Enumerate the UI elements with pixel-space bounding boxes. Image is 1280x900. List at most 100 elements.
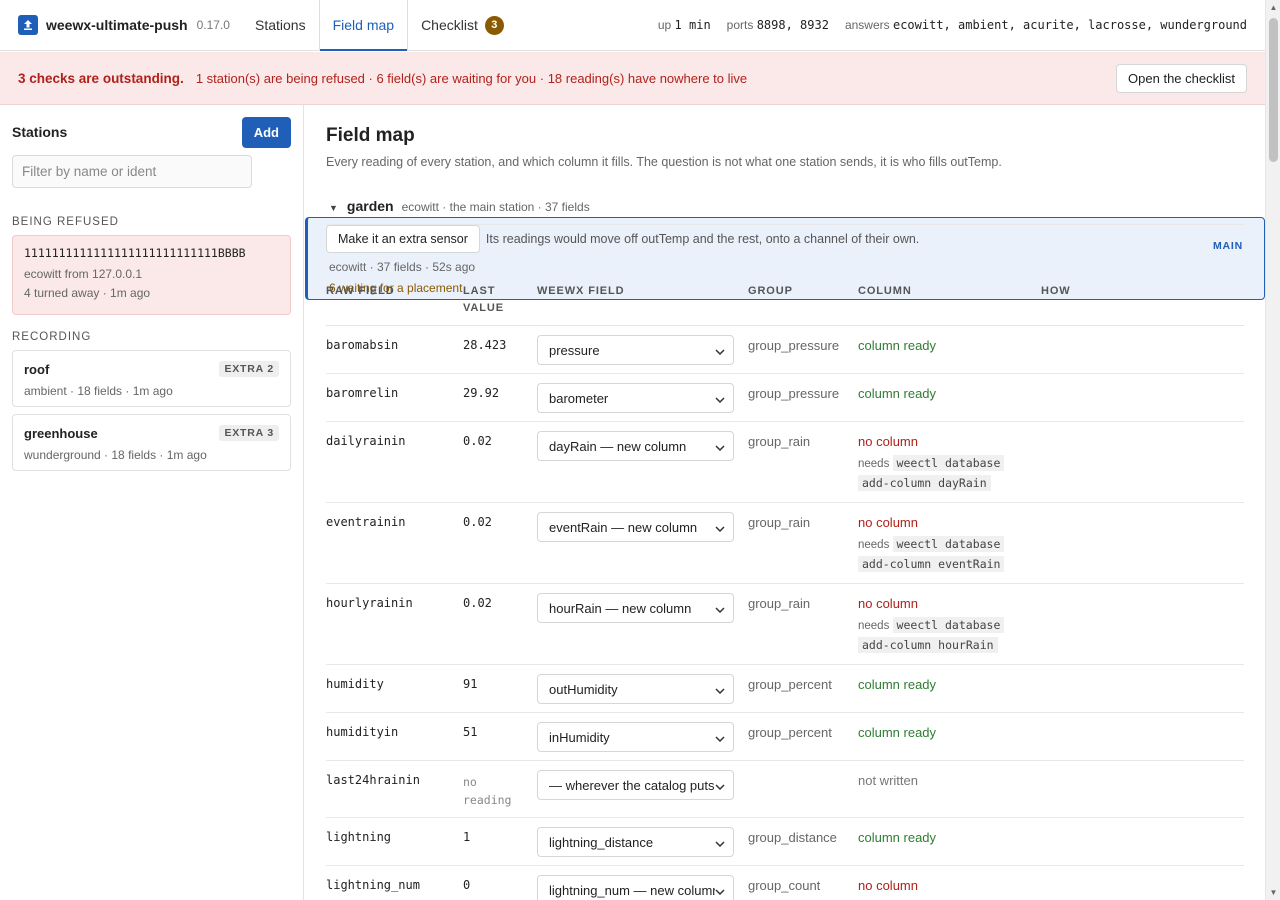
- collapse-caret-icon[interactable]: ▼: [329, 203, 338, 213]
- weewx-field-select[interactable]: — wherever the catalog puts it: [537, 770, 734, 800]
- weewx-field-select[interactable]: barometer: [537, 383, 734, 413]
- select-value: lightning_distance: [549, 834, 654, 850]
- raw-field: baromrelin: [326, 373, 463, 422]
- last-value: 28.423: [463, 325, 537, 374]
- select-value: barometer: [549, 390, 609, 406]
- add-station-button[interactable]: Add: [241, 116, 291, 148]
- recording-section-label: RECORDING: [12, 331, 92, 343]
- col-header-how: HOW: [1041, 267, 1244, 326]
- tab-checklist-label: Checklist: [421, 17, 478, 33]
- how-cell: [1041, 421, 1244, 503]
- station-card-greenhouse[interactable]: greenhouse EXTRA 3 wunderground · 18 fiel…: [12, 414, 291, 471]
- unit-group: group_rain: [748, 583, 858, 665]
- weewx-field-select[interactable]: lightning_distance: [537, 827, 734, 857]
- weewx-field-select[interactable]: outHumidity: [537, 674, 734, 704]
- chevron-down-icon: [715, 439, 725, 454]
- last-value: 0.02: [463, 583, 537, 665]
- command-line-2: add-column dayRain: [858, 475, 991, 491]
- raw-field: humidity: [326, 664, 463, 713]
- station-filter-input[interactable]: Filter by name or ident: [12, 155, 252, 188]
- refused-section-label: BEING REFUSED: [12, 216, 119, 228]
- uptime-value: 1 min: [674, 18, 711, 32]
- select-value: pressure: [549, 342, 600, 358]
- app-name: weewx-ultimate-push: [46, 17, 188, 33]
- uptime: up 1 min: [658, 18, 711, 32]
- last-value: 91: [463, 664, 537, 713]
- group-station-name: garden: [346, 198, 394, 214]
- how-cell: [1041, 865, 1244, 900]
- weewx-field-select[interactable]: lightning_num — new column: [537, 875, 734, 900]
- column-status: not written: [858, 773, 918, 788]
- scrollbar-thumb[interactable]: [1269, 18, 1278, 162]
- chevron-down-icon: [715, 883, 725, 898]
- col-header-last-b: VALUE: [463, 302, 504, 314]
- select-value: dayRain — new column: [549, 438, 687, 454]
- select-value: outHumidity: [549, 681, 618, 697]
- table-row: last24hrainin no reading — wherever the c…: [326, 760, 1244, 818]
- raw-field: last24hrainin: [326, 760, 463, 818]
- column-status: no column: [858, 434, 918, 449]
- answers-label: answers: [844, 18, 890, 32]
- open-checklist-button[interactable]: Open the checklist: [1116, 63, 1247, 93]
- station-role-badge: EXTRA 3: [219, 425, 279, 441]
- col-header-last: LAST VALUE: [463, 267, 537, 326]
- how-cell: [1041, 817, 1244, 866]
- answers-value: ecowitt, ambient, acurite, lacrosse, wun…: [892, 18, 1247, 32]
- needs-label: needs: [858, 458, 890, 470]
- unit-group: group_rain: [748, 502, 858, 584]
- last-value: 51: [463, 712, 537, 761]
- page-scrollbar[interactable]: ▲ ▼: [1265, 0, 1280, 900]
- tab-checklist[interactable]: Checklist 3: [408, 0, 517, 50]
- alert-headline: 3 checks are outstanding.: [18, 70, 184, 86]
- unit-group: group_pressure: [748, 373, 858, 422]
- raw-field: dailyrainin: [326, 421, 463, 503]
- ports-value: 8898, 8932: [756, 18, 829, 32]
- table-row: baromabsin 28.423 pressure group_pressur…: [326, 325, 1244, 374]
- weewx-field-select[interactable]: hourRain — new column: [537, 593, 734, 623]
- tab-stations[interactable]: Stations: [242, 0, 319, 50]
- weewx-field-select[interactable]: eventRain — new column: [537, 512, 734, 542]
- command-line-1: weectl database: [892, 617, 1005, 633]
- station-card-roof[interactable]: roof EXTRA 2 ambient · 18 fields · 1m ago: [12, 350, 291, 407]
- station-meta: wunderground · 18 fields · 1m ago: [24, 448, 207, 462]
- refused-ident: 1111111111111111111111111111BBBB: [24, 246, 246, 260]
- unit-group: group_distance: [748, 817, 858, 866]
- weewx-field-select[interactable]: pressure: [537, 335, 734, 365]
- how-cell: [1041, 664, 1244, 713]
- tab-field-map-label: Field map: [332, 17, 395, 33]
- col-header-column: COLUMN: [858, 267, 1041, 326]
- table-row: dailyrainin 0.02 dayRain — new column gr…: [326, 421, 1244, 503]
- table-header-row: RAW FIELD LAST VALUE WEEWX FIELD GROUP CO…: [326, 267, 1244, 326]
- weewx-field-select[interactable]: dayRain — new column: [537, 431, 734, 461]
- scroll-down-arrow-icon[interactable]: ▼: [1266, 885, 1280, 900]
- scroll-up-arrow-icon[interactable]: ▲: [1266, 0, 1280, 15]
- station-name: greenhouse: [24, 425, 98, 441]
- unit-group: group_percent: [748, 664, 858, 713]
- unit-group: group_rain: [748, 421, 858, 503]
- app-version: 0.17.0: [196, 18, 230, 32]
- station-group-header[interactable]: ▼ garden ecowitt · the main station · 37…: [326, 198, 1244, 225]
- needs-label: needs: [858, 620, 890, 632]
- refused-station-card[interactable]: 1111111111111111111111111111BBBB ecowitt…: [12, 235, 291, 315]
- chevron-down-icon: [715, 601, 725, 616]
- column-status: column ready: [858, 677, 937, 692]
- table-row: eventrainin 0.02 eventRain — new column …: [326, 502, 1244, 584]
- how-cell: [1041, 712, 1244, 761]
- table-row: humidityin 51 inHumidity group_percent c…: [326, 712, 1244, 761]
- column-status: no column: [858, 596, 918, 611]
- needs-command: needs weectl database add-column eventRai…: [858, 535, 1041, 575]
- select-value: inHumidity: [549, 729, 610, 745]
- raw-field: lightning: [326, 817, 463, 866]
- chevron-down-icon: [715, 391, 725, 406]
- make-extra-sensor-button[interactable]: Make it an extra sensor: [326, 225, 480, 253]
- tab-field-map[interactable]: Field map: [318, 0, 409, 51]
- refused-from: ecowitt from 127.0.0.1: [24, 267, 143, 281]
- ports: ports 8898, 8932: [727, 18, 829, 32]
- weewx-field-select[interactable]: inHumidity: [537, 722, 734, 752]
- select-value: hourRain — new column: [549, 600, 692, 616]
- col-header-raw: RAW FIELD: [326, 267, 463, 326]
- chevron-down-icon: [715, 730, 725, 745]
- brand[interactable]: weewx-ultimate-push 0.17.0: [0, 0, 242, 50]
- chevron-down-icon: [715, 520, 725, 535]
- how-cell: [1041, 502, 1244, 584]
